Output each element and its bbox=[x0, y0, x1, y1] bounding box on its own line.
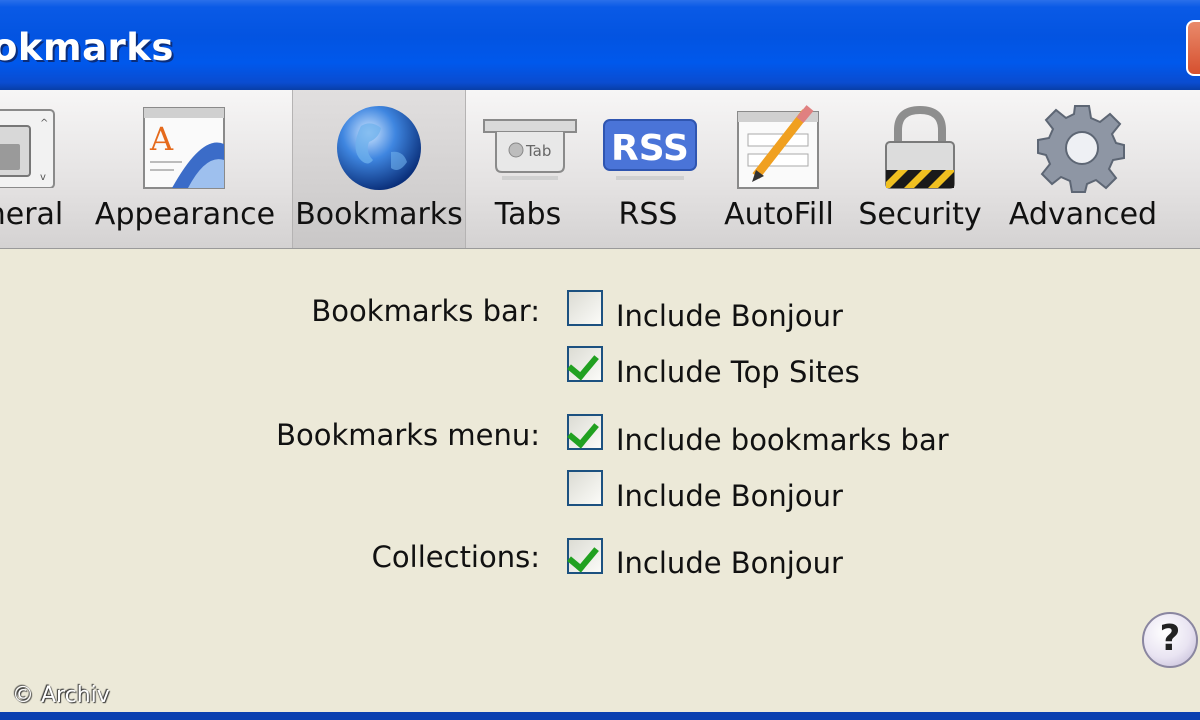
tab-bookmarks[interactable]: Bookmarks bbox=[292, 90, 466, 248]
checkmark-icon bbox=[567, 539, 599, 573]
checkbox-label: Include Bonjour bbox=[616, 299, 843, 333]
bookmarks-bar-include-top-sites-checkbox[interactable] bbox=[567, 346, 603, 382]
tab-label: Bookmarks bbox=[295, 197, 463, 232]
checkbox-label: Include Top Sites bbox=[616, 355, 860, 389]
tab-security[interactable]: Security bbox=[852, 90, 988, 248]
svg-text:A: A bbox=[149, 120, 174, 158]
font-appearance-icon: A bbox=[143, 107, 225, 189]
bookmarks-menu-include-bookmarks-bar-checkbox[interactable] bbox=[567, 414, 603, 450]
checkbox-label: Include Bonjour bbox=[616, 479, 843, 513]
pencil-form-icon bbox=[737, 105, 819, 189]
title-bar[interactable]: okmarks bbox=[0, 0, 1200, 90]
bookmarks-bar-include-bonjour-checkbox[interactable] bbox=[567, 290, 603, 326]
svg-text:Tab: Tab bbox=[525, 142, 551, 160]
bookmarks-menu-label: Bookmarks menu: bbox=[276, 418, 540, 452]
checkmark-icon bbox=[567, 415, 599, 449]
checkmark-icon bbox=[567, 347, 599, 381]
tab-advanced[interactable]: Advanced bbox=[1000, 90, 1166, 248]
tab-appearance[interactable]: A Appearance bbox=[90, 90, 280, 248]
padlock-icon bbox=[885, 105, 955, 189]
tab-label: Appearance bbox=[94, 197, 276, 232]
tab-label: Tabs bbox=[494, 197, 562, 232]
bookmarks-menu-include-bonjour-checkbox[interactable] bbox=[567, 470, 603, 506]
svg-text:v: v bbox=[40, 172, 46, 183]
svg-text:^: ^ bbox=[40, 118, 48, 129]
collections-include-bonjour-checkbox[interactable] bbox=[567, 538, 603, 574]
checkbox-label: Include bookmarks bar bbox=[616, 423, 949, 457]
tab-icon: Tab bbox=[483, 119, 577, 180]
window-title: okmarks bbox=[0, 26, 174, 69]
globe-icon bbox=[337, 106, 421, 190]
tab-label: Advanced bbox=[1008, 197, 1158, 232]
svg-text:RSS: RSS bbox=[611, 128, 689, 169]
tab-autofill[interactable]: AutoFill bbox=[716, 90, 842, 248]
watermark: © Archiv bbox=[12, 683, 110, 708]
switch-icon: ^ v bbox=[0, 109, 55, 188]
tab-label: AutoFill bbox=[724, 197, 834, 232]
tab-label: RSS bbox=[618, 197, 678, 232]
tab-label: neral bbox=[0, 197, 64, 232]
help-button[interactable]: ? bbox=[1142, 612, 1198, 668]
checkbox-label: Include Bonjour bbox=[616, 546, 843, 580]
gear-icon bbox=[1037, 105, 1125, 193]
bookmarks-bar-label: Bookmarks bar: bbox=[311, 294, 540, 328]
window-bottom-border bbox=[0, 712, 1200, 720]
tab-rss[interactable]: RSS RSS bbox=[592, 90, 704, 248]
preferences-toolbar: ^ v neral A Appearance bbox=[0, 90, 1200, 249]
rss-icon: RSS bbox=[603, 119, 697, 180]
tab-tabs[interactable]: Tab Tabs bbox=[472, 90, 584, 248]
collections-label: Collections: bbox=[371, 540, 540, 574]
tab-label: Security bbox=[858, 197, 982, 232]
tab-general[interactable]: ^ v neral bbox=[0, 90, 82, 248]
close-button[interactable] bbox=[1186, 20, 1200, 76]
